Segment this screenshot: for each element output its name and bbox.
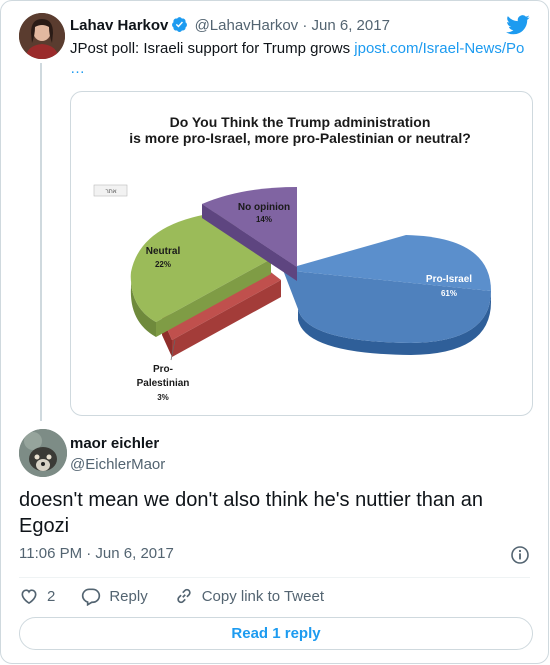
- slice-label-neutral: Neutral: [146, 246, 181, 257]
- info-icon[interactable]: [510, 545, 530, 570]
- thread-connector-line: [40, 63, 42, 421]
- chart-title-line-1: Do You Think the Trump administration: [170, 114, 431, 130]
- tweet-text: JPost poll: Israeli support for Trump gr…: [70, 39, 532, 79]
- embedded-tweet-card: Lahav Harkov @LahavHarkov · Jun 6, 2017 …: [0, 0, 549, 664]
- twitter-bird-icon[interactable]: [506, 15, 530, 40]
- tweet-media-chart[interactable]: Do You Think the Trump administration is…: [70, 91, 533, 416]
- avatar[interactable]: [19, 429, 67, 477]
- tweet-date[interactable]: · Jun 6, 2017: [302, 17, 390, 34]
- reply-author-handle[interactable]: @EichlerMaor: [70, 455, 165, 475]
- like-count: 2: [47, 587, 56, 605]
- slice-label-pro-palestinian-line1: Pro-: [153, 364, 173, 375]
- reply-icon: [82, 588, 101, 606]
- read-replies-button[interactable]: Read 1 reply: [19, 617, 533, 650]
- avatar[interactable]: [19, 13, 65, 59]
- divider: [19, 577, 530, 578]
- reply-text: doesn't mean we don't also think he's nu…: [19, 489, 483, 537]
- pie-slice-pro-israel: [283, 235, 491, 355]
- reply-timestamp[interactable]: 11:06 PM · Jun 6, 2017: [19, 545, 174, 562]
- author-name[interactable]: Lahav Harkov: [70, 17, 168, 34]
- slice-value-pro-israel: 61%: [441, 289, 457, 298]
- tweet-body-text: JPost poll: Israeli support for Trump gr…: [70, 40, 355, 57]
- heart-icon: [21, 589, 37, 605]
- chart-title-line-2: is more pro-Israel, more pro-Palestinian…: [129, 130, 471, 146]
- copy-link-button[interactable]: Copy link to Tweet: [174, 586, 324, 606]
- reply-label: Reply: [109, 587, 148, 605]
- link-icon: [177, 588, 191, 604]
- slice-label-pro-palestinian-line2: Palestinian: [137, 378, 190, 389]
- copy-link-label: Copy link to Tweet: [201, 587, 324, 605]
- corner-tag-text: אתר: [105, 189, 116, 195]
- author-handle[interactable]: @LahavHarkov: [195, 17, 299, 34]
- corner-tag: אתר: [93, 184, 128, 197]
- like-button[interactable]: 2: [19, 586, 55, 606]
- tweet-actions: 2 Reply Copy link to Tweet: [19, 586, 350, 606]
- slice-label-pro-israel: Pro-Israel: [426, 274, 472, 285]
- verified-badge-icon: [171, 16, 188, 39]
- slice-value-no-opinion: 14%: [256, 215, 272, 224]
- reply-author-name[interactable]: maor eichler: [70, 434, 165, 454]
- slice-value-pro-palestinian: 3%: [157, 393, 169, 402]
- tweet-header: Lahav Harkov @LahavHarkov · Jun 6, 2017: [70, 16, 390, 39]
- slice-value-neutral: 22%: [155, 260, 171, 269]
- slice-label-no-opinion: No opinion: [238, 202, 290, 213]
- reply-button[interactable]: Reply: [81, 586, 148, 606]
- reply-header: maor eichler @EichlerMaor: [70, 434, 165, 475]
